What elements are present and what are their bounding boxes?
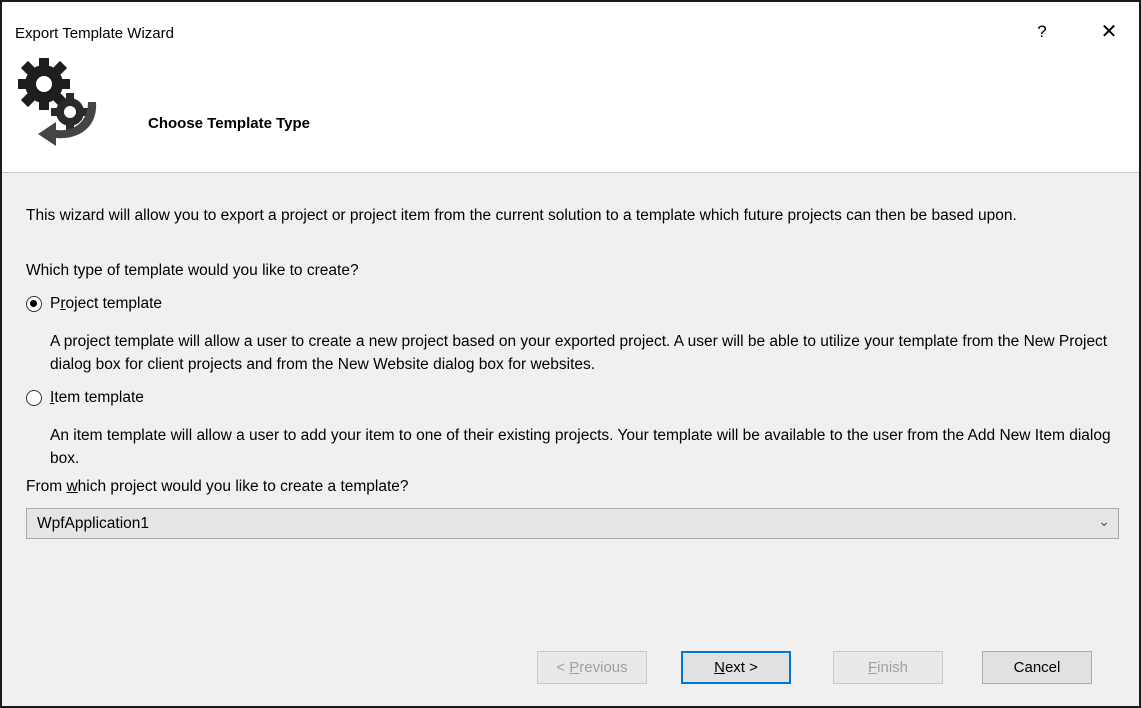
project-template-label-post: oject template [65, 295, 163, 312]
previous-mnemonic: P [569, 659, 580, 676]
item-template-label[interactable]: Item template [50, 389, 144, 407]
chevron-down-icon[interactable]: ⌄ [1098, 513, 1110, 530]
project-select-dropdown[interactable]: WpfApplication1 ⌄ [26, 508, 1119, 539]
project-select-value: WpfApplication1 [37, 515, 150, 532]
project-select-label: From which project would you like to cre… [26, 475, 409, 498]
next-mnemonic: N [714, 659, 725, 676]
project-select-mnemonic: w [66, 478, 78, 495]
project-template-label[interactable]: Project template [50, 295, 162, 313]
cancel-button[interactable]: Cancel [982, 651, 1092, 684]
previous-button[interactable]: < Previous [537, 651, 647, 684]
template-type-question: Which type of template would you like to… [26, 262, 359, 279]
item-template-description: An item template will allow a user to ad… [50, 427, 1111, 467]
item-template-label-post: tem template [54, 389, 144, 406]
close-button[interactable]: ✕ [1095, 20, 1123, 44]
item-template-radio[interactable] [26, 390, 42, 406]
next-label-post: ext > [724, 659, 758, 676]
project-select-label-pre: From [26, 478, 67, 495]
previous-label-post: revious [579, 659, 628, 676]
wizard-header: Choose Template Type [2, 46, 1139, 172]
wizard-body: This wizard will allow you to export a p… [2, 173, 1139, 706]
project-template-label-pre: P [50, 295, 61, 312]
project-template-description: A project template will allow a user to … [50, 333, 1108, 373]
next-button[interactable]: Next > [681, 651, 791, 684]
finish-button[interactable]: Finish [833, 651, 943, 684]
previous-label-pre: < [556, 659, 570, 676]
finish-label-post: inish [877, 659, 909, 676]
project-select-label-post: hich project would you like to create a … [77, 478, 409, 495]
help-button[interactable]: ? [1028, 20, 1056, 44]
window-title: Export Template Wizard [15, 25, 174, 42]
gears-wizard-icon [18, 58, 97, 146]
page-title: Choose Template Type [148, 115, 310, 132]
title-bar: Export Template Wizard ? ✕ [2, 2, 1139, 46]
intro-text: This wizard will allow you to export a p… [26, 207, 1017, 224]
finish-mnemonic: F [867, 659, 878, 676]
project-template-radio[interactable] [26, 296, 42, 312]
export-template-wizard-dialog: Export Template Wizard ? ✕ Choose Templa… [0, 0, 1141, 708]
